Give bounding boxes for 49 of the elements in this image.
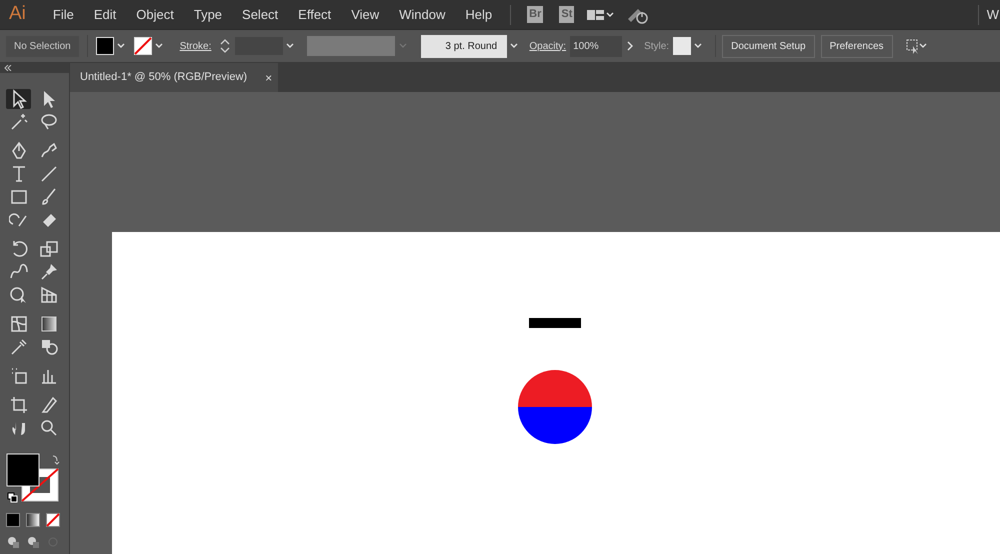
style-label: Style: xyxy=(644,40,670,54)
brush-dropdown[interactable]: 3 pt. Round xyxy=(421,34,508,58)
perspective-tool-icon xyxy=(38,285,58,305)
mesh-tool-icon xyxy=(8,314,28,334)
stroke-none-swatch[interactable] xyxy=(134,37,152,55)
close-tab-button[interactable]: × xyxy=(265,68,272,86)
pin-tool-icon xyxy=(38,262,58,282)
shapebuilder-tool-icon xyxy=(8,285,28,305)
selection-status: No Selection xyxy=(6,36,79,56)
toolbar-button[interactable]: Preferences xyxy=(820,34,893,58)
tool-button[interactable] xyxy=(6,89,31,109)
fill-stroke-swatches[interactable] xyxy=(6,453,62,505)
draw-normal-icon[interactable] xyxy=(6,535,20,549)
style-swatch[interactable] xyxy=(673,37,692,55)
line-tool-icon xyxy=(38,164,58,184)
slice-tool-icon xyxy=(38,395,58,415)
app-logo: Ai xyxy=(8,2,27,26)
workspace-label[interactable]: W xyxy=(986,4,1000,24)
stroke-label: Stroke: xyxy=(180,40,212,54)
toolbar-button[interactable]: Document Setup xyxy=(722,34,815,58)
workspace-layout-icon[interactable] xyxy=(586,8,616,22)
none-mode-icon[interactable] xyxy=(46,513,60,527)
menu-item[interactable]: Edit xyxy=(84,4,126,24)
menu-item[interactable]: Effect xyxy=(288,4,342,24)
gradient-tool-icon xyxy=(38,314,58,334)
menu-item[interactable]: Object xyxy=(126,4,184,24)
menu-item[interactable]: Help xyxy=(455,4,502,24)
menu-item[interactable]: File xyxy=(42,4,84,24)
draw-behind-icon[interactable] xyxy=(26,535,40,549)
menu-item[interactable]: Window xyxy=(389,4,456,24)
collapse-icon[interactable] xyxy=(4,65,12,71)
zoom-tool-icon xyxy=(38,418,58,438)
gradient-mode-icon[interactable] xyxy=(26,513,40,527)
color-mode-icon[interactable] xyxy=(6,513,20,527)
menu-item[interactable]: View xyxy=(341,4,390,24)
stepper-icon[interactable] xyxy=(219,37,232,55)
opacity-field[interactable]: 100% xyxy=(570,36,622,56)
fill-swatch[interactable] xyxy=(96,37,114,55)
opacity-label: Opacity: xyxy=(529,40,566,54)
menu-item[interactable]: Select xyxy=(232,4,288,24)
document-tab[interactable]: Untitled-1* @ 50% (RGB/Preview) × xyxy=(70,63,278,92)
lasso-tool-icon xyxy=(38,112,58,132)
rectangle-shape xyxy=(529,318,581,328)
document-title: Untitled-1* @ 50% (RGB/Preview) xyxy=(80,70,248,86)
eyedropper-tool-icon xyxy=(8,337,28,357)
scale-tool-icon xyxy=(38,239,58,259)
menu-item[interactable]: Type xyxy=(184,4,232,24)
wand-tool-icon xyxy=(8,112,28,132)
artboard-tool-icon xyxy=(8,395,28,415)
